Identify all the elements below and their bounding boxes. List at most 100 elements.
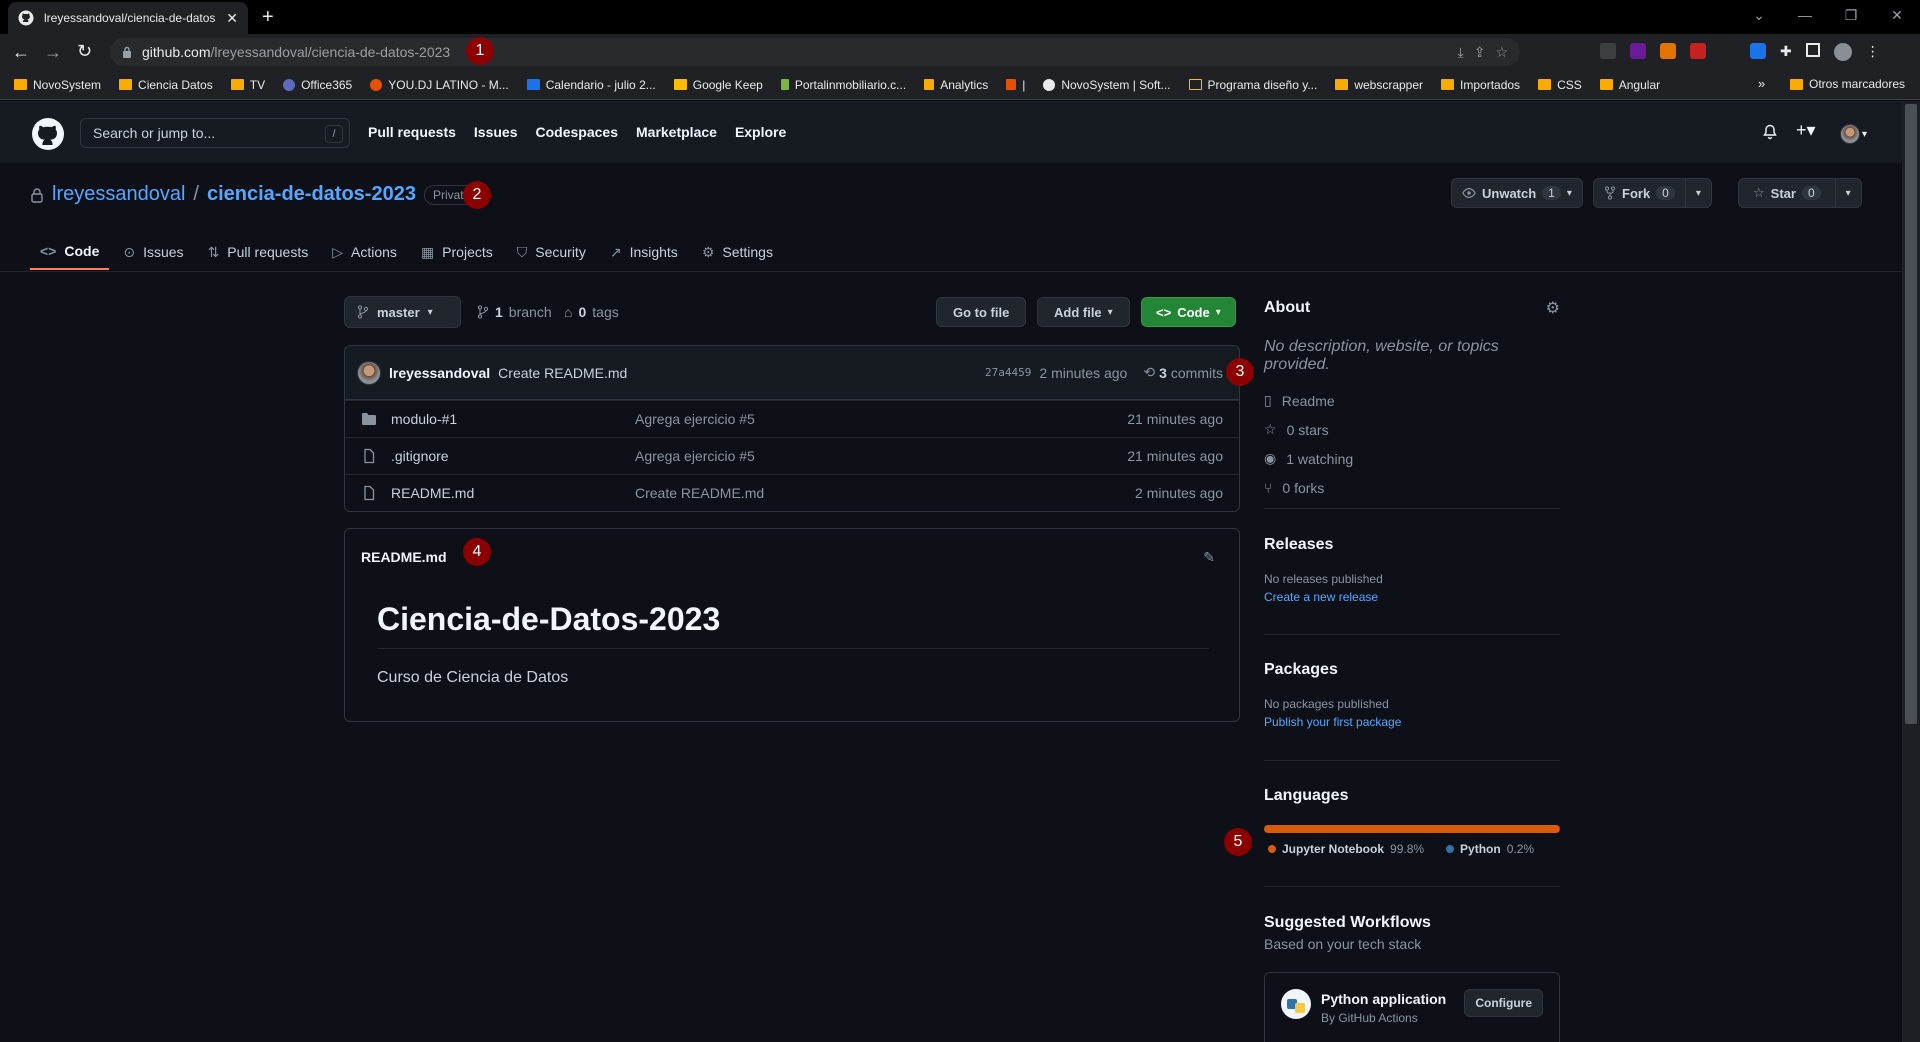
tab-settings[interactable]: ⚙ Settings [692, 234, 783, 270]
table-row[interactable]: modulo-#1 Agrega ejercicio #5 21 minutes… [345, 400, 1239, 437]
table-row[interactable]: .gitignore Agrega ejercicio #5 21 minute… [345, 437, 1239, 474]
extension-icon[interactable] [1630, 43, 1646, 59]
new-tab-icon[interactable]: + [262, 6, 274, 29]
bookmark-item[interactable]: Portalinmobiliario.c... [780, 78, 906, 92]
close-tab-icon[interactable]: ✕ [226, 10, 238, 27]
bookmark-item[interactable]: TV [230, 78, 265, 92]
browser-tab[interactable]: lreyessandoval/ciencia-de-datos ✕ [8, 2, 248, 34]
chevron-down-icon[interactable]: ▾ [1567, 188, 1572, 199]
extension-icon[interactable] [1720, 43, 1736, 59]
forks-link[interactable]: ⑂ 0 forks [1264, 473, 1560, 502]
watchers-link[interactable]: ◉ 1 watching [1264, 444, 1560, 473]
search-input[interactable]: Search or jump to... / [80, 118, 350, 148]
extension-icon[interactable] [1690, 43, 1706, 59]
forward-icon[interactable]: → [44, 42, 62, 63]
releases-title[interactable]: Releases [1264, 536, 1560, 554]
tab-search-icon[interactable]: ⌄ [1736, 0, 1782, 30]
language-item[interactable]: Python 0.2% [1446, 842, 1534, 856]
fork-dropdown[interactable]: ▾ [1684, 179, 1711, 207]
repo-owner-link[interactable]: lreyessandoval [52, 183, 185, 206]
repo-name-link[interactable]: ciencia-de-datos-2023 [207, 183, 416, 206]
tab-pull-requests[interactable]: ⇅ Pull requests [198, 234, 319, 270]
scrollbar-thumb[interactable] [1905, 104, 1917, 724]
bookmark-item[interactable]: Programa diseño y... [1188, 78, 1317, 92]
nav-pull-requests[interactable]: Pull requests [368, 124, 456, 140]
create-release-link[interactable]: Create a new release [1264, 590, 1560, 604]
more-bookmarks-icon[interactable]: » [1758, 76, 1765, 91]
other-bookmarks[interactable]: Otros marcadores [1790, 77, 1905, 91]
bookmark-item[interactable]: Office365 [283, 78, 352, 92]
tab-actions[interactable]: ▷ Actions [322, 234, 407, 270]
back-icon[interactable]: ← [12, 42, 30, 63]
tab-projects[interactable]: ▦ Projects [411, 234, 503, 270]
branches-link[interactable]: 1 branch [477, 304, 552, 320]
bookmark-item[interactable]: Google Keep [673, 78, 763, 92]
branch-select[interactable]: master ▾ [344, 296, 461, 328]
unwatch-button[interactable]: Unwatch 1 ▾ [1451, 178, 1583, 208]
reload-icon[interactable]: ↻ [77, 41, 92, 62]
commit-history-link[interactable]: ⟲ 3 commits [1143, 364, 1223, 381]
restore-icon[interactable]: ❐ [1828, 0, 1874, 30]
fork-button[interactable]: Fork 0 ▾ [1593, 178, 1712, 208]
window-close-icon[interactable]: ✕ [1874, 0, 1920, 30]
tab-issues[interactable]: ⊙ Issues [113, 234, 193, 270]
profile-avatar[interactable] [1833, 43, 1852, 61]
create-new-icon[interactable]: +▾ [1796, 120, 1816, 141]
pencil-icon[interactable]: ✎ [1203, 549, 1215, 566]
file-commit-message[interactable]: Agrega ejercicio #5 [635, 411, 1127, 427]
sidepanel-icon[interactable] [1805, 43, 1820, 57]
bookmark-item[interactable]: Ciencia Datos [119, 78, 213, 92]
tab-code[interactable]: <> Code [30, 234, 110, 270]
add-file-button[interactable]: Add file ▾ [1037, 297, 1130, 327]
extension-icon[interactable] [1750, 43, 1766, 59]
packages-title[interactable]: Packages [1264, 661, 1560, 679]
bookmark-item[interactable]: webscrapper [1335, 78, 1423, 92]
configure-button[interactable]: Configure [1464, 989, 1543, 1017]
nav-issues[interactable]: Issues [474, 124, 518, 140]
table-row[interactable]: README.md Create README.md 2 minutes ago [345, 474, 1239, 511]
commit-author[interactable]: lreyessandoval [389, 365, 490, 381]
tags-link[interactable]: ⌂ 0 tags [564, 304, 619, 320]
workflow-title[interactable]: Python application [1321, 991, 1446, 1007]
github-logo-icon[interactable] [32, 118, 64, 150]
commit-message[interactable]: Create README.md [498, 365, 627, 381]
bookmark-item[interactable]: NovoSystem [14, 78, 101, 92]
tab-insights[interactable]: ↗ Insights [600, 234, 688, 270]
bookmark-item[interactable]: CSS [1538, 78, 1582, 92]
bookmark-item[interactable]: Angular [1599, 78, 1660, 92]
address-bar[interactable]: github.com/lreyessandoval/ciencia-de-dat… [110, 38, 1520, 66]
nav-codespaces[interactable]: Codespaces [536, 124, 618, 140]
file-name[interactable]: modulo-#1 [377, 411, 635, 427]
nav-marketplace[interactable]: Marketplace [636, 124, 717, 140]
file-commit-message[interactable]: Create README.md [635, 485, 1135, 501]
bookmark-item[interactable]: Calendario - julio 2... [526, 78, 656, 92]
bookmark-item[interactable]: YOU.DJ LATINO - M... [370, 78, 509, 92]
extension-icon[interactable] [1600, 43, 1616, 59]
bookmark-item[interactable]: Importados [1441, 78, 1520, 92]
language-item[interactable]: Jupyter Notebook 99.8% [1268, 842, 1424, 856]
code-button[interactable]: <> Code ▾ [1141, 297, 1236, 327]
gear-icon[interactable]: ⚙ [1546, 298, 1560, 318]
bookmark-item[interactable]: | [1006, 78, 1025, 92]
star-button[interactable]: ☆ Star 0 ▾ [1738, 178, 1862, 208]
file-name[interactable]: .gitignore [377, 448, 635, 464]
extension-icon[interactable] [1660, 43, 1676, 59]
stars-link[interactable]: ☆ 0 stars [1264, 415, 1560, 444]
readme-filename[interactable]: README.md [361, 549, 447, 565]
avatar[interactable] [357, 360, 381, 385]
star-dropdown[interactable]: ▾ [1834, 179, 1861, 207]
nav-explore[interactable]: Explore [735, 124, 786, 140]
puzzle-icon[interactable]: ✚ [1780, 43, 1792, 61]
file-commit-message[interactable]: Agrega ejercicio #5 [635, 448, 1127, 464]
menu-kebab-icon[interactable]: ⋮ [1866, 43, 1880, 61]
bookmark-item[interactable]: Analytics [924, 78, 988, 92]
publish-package-link[interactable]: Publish your first package [1264, 715, 1560, 729]
file-name[interactable]: README.md [377, 485, 635, 501]
bookmark-item[interactable]: NovoSystem | Soft... [1043, 78, 1171, 92]
install-icon[interactable]: ⤓ [1458, 44, 1464, 61]
share-icon[interactable]: ⇪ [1474, 44, 1486, 61]
commit-hash[interactable]: 27a4459 [985, 366, 1031, 379]
minimize-icon[interactable]: — [1782, 0, 1828, 30]
go-to-file-button[interactable]: Go to file [936, 297, 1027, 327]
readme-link[interactable]: ▯ Readme [1264, 386, 1560, 415]
